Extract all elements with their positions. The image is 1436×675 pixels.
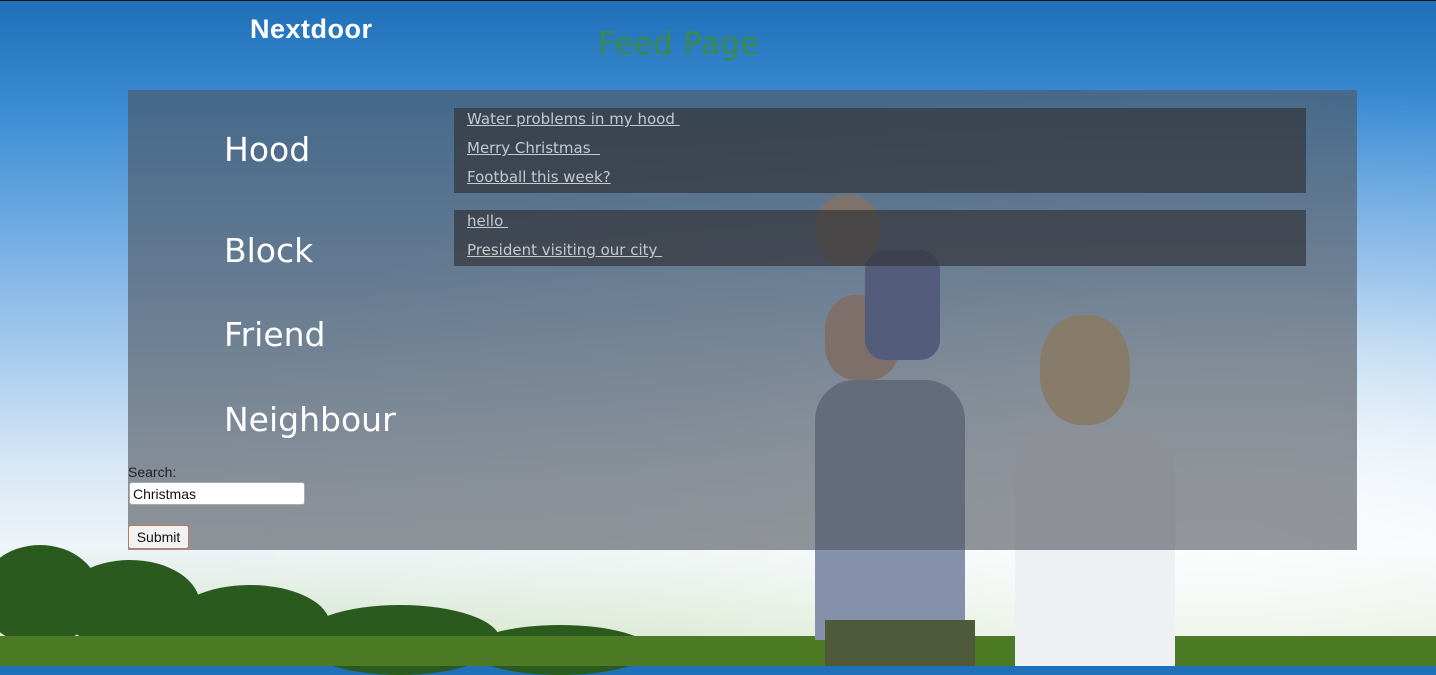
main-panel: Hood Block Friend Neighbour Water proble… [128, 90, 1357, 550]
nav-item-neighbour[interactable]: Neighbour [224, 400, 396, 439]
feed-link[interactable]: hello [467, 212, 508, 230]
nav-item-friend[interactable]: Friend [224, 315, 325, 354]
nav-item-hood[interactable]: Hood [224, 130, 310, 169]
feed-link[interactable]: Water problems in my hood [467, 110, 680, 128]
block-feed: hello President visiting our city [454, 210, 1306, 266]
brand-logo: Nextdoor [250, 14, 373, 44]
search-input[interactable] [129, 482, 305, 505]
grass [0, 636, 1436, 666]
page-title: Feed Page [598, 26, 760, 62]
man-legs [825, 620, 975, 666]
submit-button[interactable]: Submit [128, 525, 189, 549]
feed-link[interactable]: Merry Christmas [467, 139, 600, 157]
feed-link[interactable]: President visiting our city [467, 241, 662, 259]
search-label: Search: [128, 464, 177, 480]
hood-feed: Water problems in my hood Merry Christma… [454, 108, 1306, 193]
nav-item-block[interactable]: Block [224, 231, 313, 270]
feed-link[interactable]: Football this week? [467, 168, 611, 186]
